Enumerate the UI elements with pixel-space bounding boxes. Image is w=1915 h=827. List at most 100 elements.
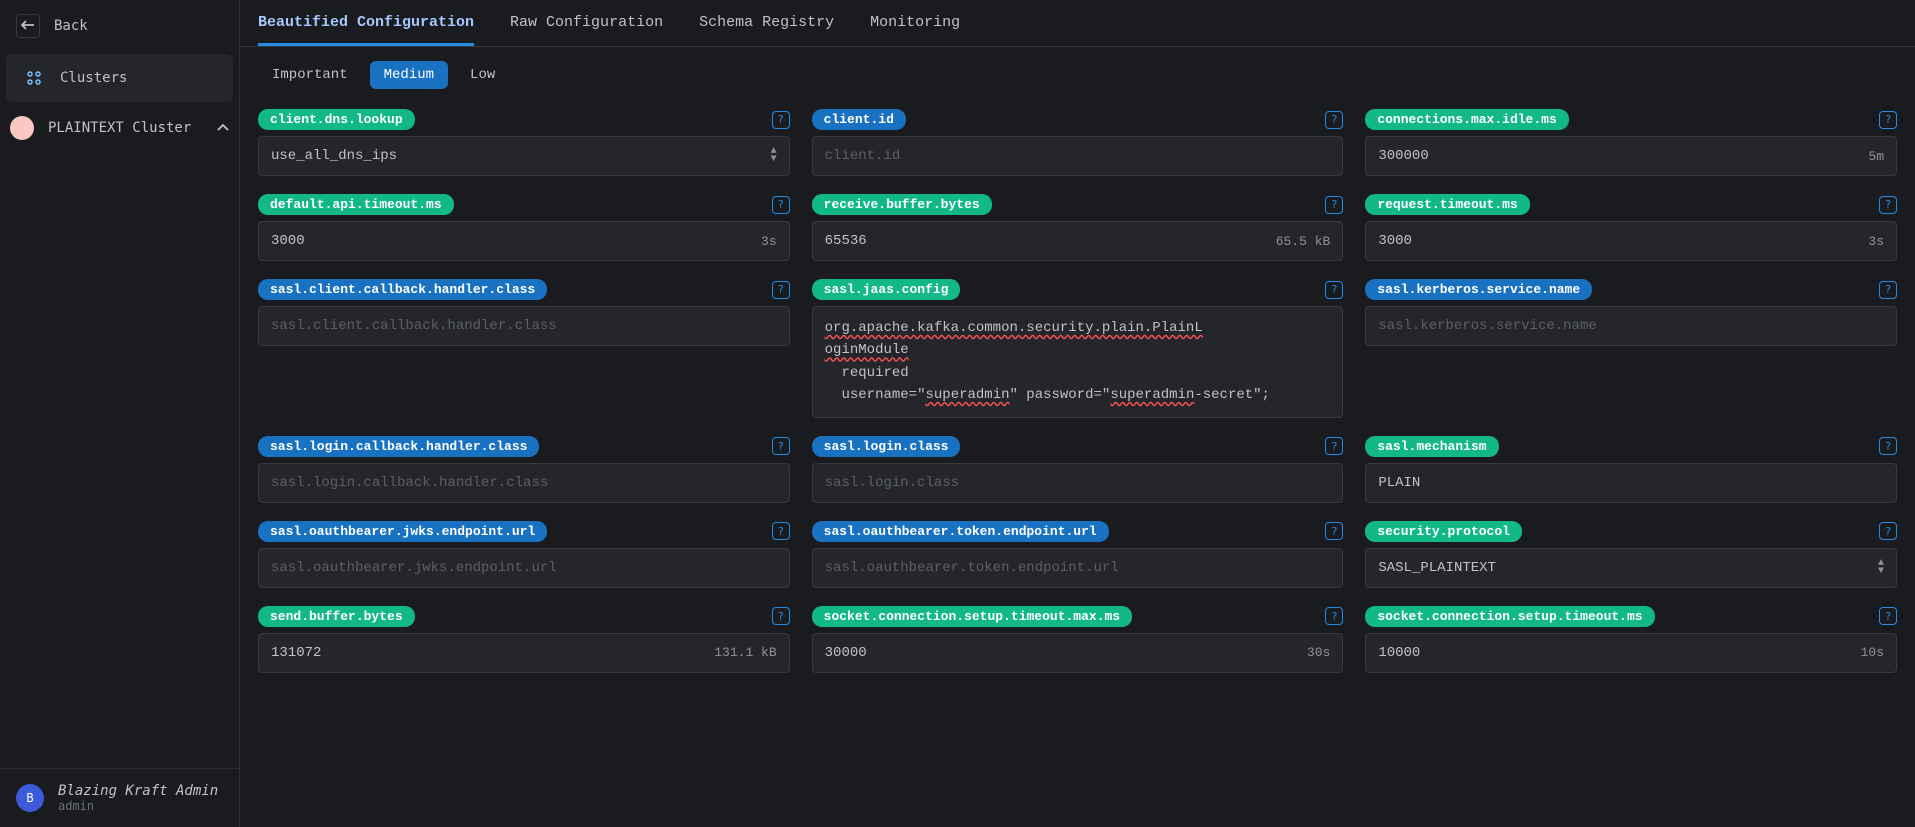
config-input[interactable]: 3000 3s [1365,221,1897,261]
config-item-send-buffer-bytes: send.buffer.bytes? 131072131.1 kB [258,606,790,673]
back-label: Back [54,18,88,34]
config-item-sasl-login-class: sasl.login.class? sasl.login.class [812,436,1344,503]
config-label: receive.buffer.bytes [812,194,992,215]
config-value: 300000 [1378,148,1428,164]
config-select[interactable]: SASL_PLAINTEXT ▲▼ [1365,548,1897,588]
config-label: sasl.oauthbearer.token.endpoint.url [812,521,1109,542]
config-label: sasl.mechanism [1365,436,1498,457]
help-icon[interactable]: ? [772,111,790,129]
config-item-sasl-oauthbearer-jwks-endpoint-url: sasl.oauthbearer.jwks.endpoint.url?sasl.… [258,521,790,588]
config-input[interactable]: client.id [812,136,1344,176]
help-icon[interactable]: ? [1879,437,1897,455]
config-input[interactable]: sasl.login.class [812,463,1344,503]
tab-schema-registry[interactable]: Schema Registry [699,0,834,46]
jaas-textarea[interactable]: org.apache.kafka.common.security.plain.P… [812,306,1344,418]
config-input[interactable]: 30003s [258,221,790,261]
config-header: send.buffer.bytes? [258,606,790,627]
config-header: connections.max.idle.ms? [1365,109,1897,130]
config-label: client.id [812,109,906,130]
config-suffix: 3s [1868,234,1884,249]
clusters-icon [22,66,46,90]
filter-row: Important Medium Low [240,47,1915,95]
help-icon[interactable]: ? [772,281,790,299]
cluster-name: PLAINTEXT Cluster [48,120,191,136]
config-suffix: 10s [1861,645,1884,660]
main-content: Beautified Configuration Raw Configuratio… [240,0,1915,827]
config-label: socket.connection.setup.timeout.ms [1365,606,1654,627]
config-value: SASL_PLAINTEXT [1378,560,1496,576]
config-suffix: 131.1 kB [714,645,776,660]
config-item-default-api-timeout-ms: default.api.timeout.ms? 30003s [258,194,790,261]
filter-important[interactable]: Important [258,61,362,89]
config-item-client-dns-lookup: client.dns.lookup? use_all_dns_ips▲▼ [258,109,790,176]
config-item-request-timeout-ms: request.timeout.ms? 3000 3s [1365,194,1897,261]
config-header: sasl.oauthbearer.jwks.endpoint.url? [258,521,790,542]
filter-low[interactable]: Low [456,61,509,89]
config-header: security.protocol? [1365,521,1897,542]
tab-monitoring[interactable]: Monitoring [870,0,960,46]
help-icon[interactable]: ? [1325,281,1343,299]
cluster-dot-icon [10,116,34,140]
config-select[interactable]: use_all_dns_ips▲▼ [258,136,790,176]
config-value: use_all_dns_ips [271,148,397,164]
config-item-connections-max-idle-ms: connections.max.idle.ms? 300000 5m [1365,109,1897,176]
help-icon[interactable]: ? [1879,607,1897,625]
help-icon[interactable]: ? [772,437,790,455]
help-icon[interactable]: ? [772,607,790,625]
help-icon[interactable]: ? [1325,111,1343,129]
config-input[interactable]: PLAIN [1365,463,1897,503]
user-role: admin [58,799,218,813]
sidebar-item-clusters[interactable]: Clusters [6,54,233,102]
cluster-node[interactable]: PLAINTEXT Cluster [0,104,239,152]
config-header: client.dns.lookup? [258,109,790,130]
config-input[interactable]: sasl.kerberos.service.name [1365,306,1897,346]
config-header: sasl.oauthbearer.token.endpoint.url? [812,521,1344,542]
config-suffix: 5m [1868,149,1884,164]
filter-medium[interactable]: Medium [370,61,448,89]
config-item-sasl-kerberos-service-name: sasl.kerberos.service.name?sasl.kerberos… [1365,279,1897,418]
config-header: socket.connection.setup.timeout.ms? [1365,606,1897,627]
config-value: 30000 [825,645,867,661]
help-icon[interactable]: ? [1879,111,1897,129]
config-input[interactable]: 131072131.1 kB [258,633,790,673]
config-label: sasl.login.class [812,436,961,457]
help-icon[interactable]: ? [1325,607,1343,625]
config-suffix: 3s [761,234,777,249]
arrow-left-icon [16,14,40,38]
select-caret-icon: ▲▼ [1878,560,1884,576]
config-input[interactable]: sasl.login.callback.handler.class [258,463,790,503]
help-icon[interactable]: ? [772,522,790,540]
help-icon[interactable]: ? [1325,437,1343,455]
help-icon[interactable]: ? [772,196,790,214]
config-header: sasl.kerberos.service.name? [1365,279,1897,300]
config-header: request.timeout.ms? [1365,194,1897,215]
user-section[interactable]: B Blazing Kraft Admin admin [0,768,239,827]
help-icon[interactable]: ? [1879,196,1897,214]
config-header: socket.connection.setup.timeout.max.ms? [812,606,1344,627]
config-input[interactable]: 300000 5m [1365,136,1897,176]
config-input[interactable]: 6553665.5 kB [812,221,1344,261]
config-label: default.api.timeout.ms [258,194,454,215]
config-input[interactable]: 1000010s [1365,633,1897,673]
back-button[interactable]: Back [0,0,239,52]
config-input[interactable]: sasl.oauthbearer.jwks.endpoint.url [258,548,790,588]
user-info: Blazing Kraft Admin admin [58,783,218,813]
config-header: sasl.login.callback.handler.class? [258,436,790,457]
help-icon[interactable]: ? [1879,281,1897,299]
config-input[interactable]: sasl.client.callback.handler.class [258,306,790,346]
user-name: Blazing Kraft Admin [58,783,218,799]
config-header: default.api.timeout.ms? [258,194,790,215]
config-placeholder: sasl.kerberos.service.name [1378,318,1596,334]
help-icon[interactable]: ? [1325,522,1343,540]
config-item-security-protocol: security.protocol? SASL_PLAINTEXT ▲▼ [1365,521,1897,588]
config-value: 3000 [1378,233,1412,249]
tab-beautified-configuration[interactable]: Beautified Configuration [258,0,474,46]
config-input[interactable]: 3000030s [812,633,1344,673]
help-icon[interactable]: ? [1879,522,1897,540]
tab-raw-configuration[interactable]: Raw Configuration [510,0,663,46]
chevron-up-icon [217,124,229,132]
config-input[interactable]: sasl.oauthbearer.token.endpoint.url [812,548,1344,588]
help-icon[interactable]: ? [1325,196,1343,214]
config-placeholder: sasl.login.callback.handler.class [271,475,548,491]
config-placeholder: sasl.login.class [825,475,959,491]
